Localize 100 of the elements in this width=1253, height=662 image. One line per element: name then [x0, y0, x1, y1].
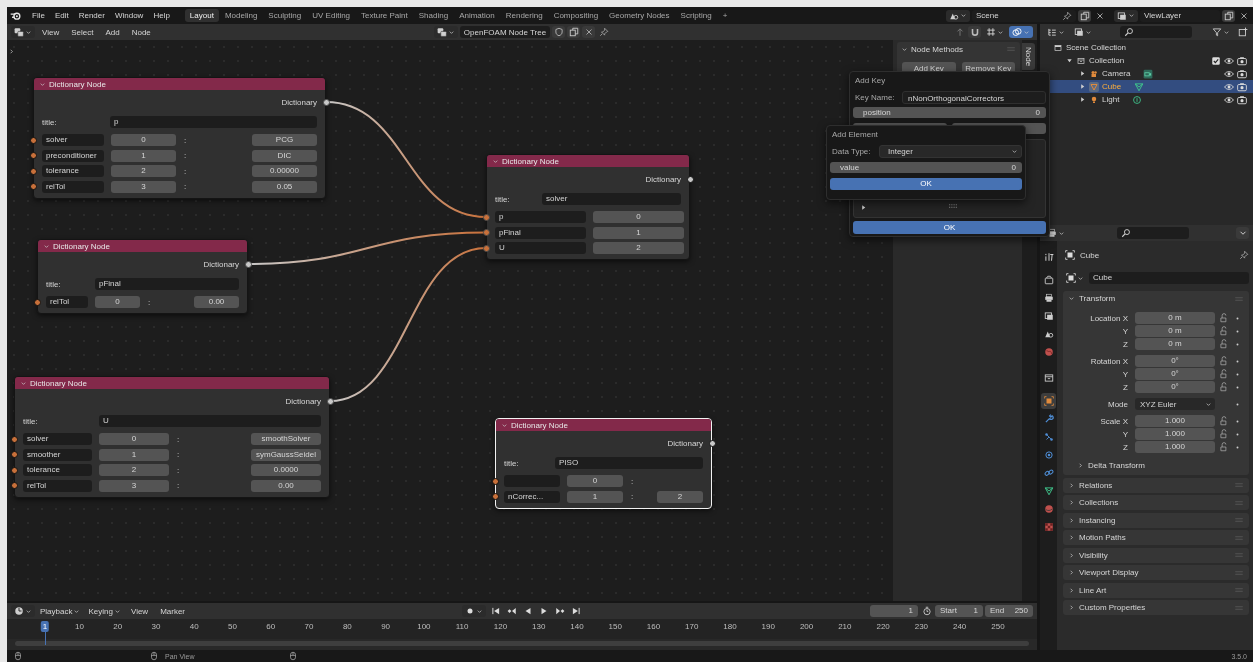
expand-arrow-icon[interactable] [860, 204, 867, 211]
value-field[interactable]: smoothSolver [251, 433, 321, 445]
key-field[interactable]: smoother [23, 448, 92, 461]
scene-field[interactable]: Scene [972, 9, 1076, 22]
number-field[interactable]: 0° [1135, 355, 1215, 367]
menu-dropdown[interactable]: Playback [37, 605, 84, 617]
collapse-icon[interactable] [20, 379, 27, 387]
title-field[interactable]: PISO [555, 457, 703, 469]
end-frame-field[interactable]: End 250 [985, 605, 1033, 617]
number-field[interactable]: 0 m [1135, 312, 1215, 324]
title-field[interactable]: pFinal [95, 278, 239, 290]
input-socket[interactable] [29, 152, 37, 159]
index-field[interactable]: 2 [593, 242, 684, 254]
key-field[interactable]: pFinal [495, 226, 586, 239]
view-layer-field[interactable]: ViewLayer [1140, 9, 1220, 22]
key-field[interactable]: p [495, 211, 586, 223]
output-socket[interactable] [686, 175, 694, 183]
ok-button[interactable]: OK [853, 221, 1046, 234]
index-field[interactable]: 0 [593, 211, 684, 223]
key-name-field[interactable]: nNonOrthogonalCorrectors [902, 91, 1046, 104]
eye-icon[interactable] [1224, 68, 1234, 79]
resize-grip-icon[interactable] [948, 201, 958, 211]
position-field[interactable]: position 0 [853, 107, 1046, 118]
duplicate-button[interactable] [1222, 9, 1235, 22]
outliner-row[interactable]: Scene Collection [1040, 41, 1253, 54]
eye-icon[interactable] [1224, 81, 1234, 92]
number-field[interactable]: 0 m [1135, 325, 1215, 337]
auto-keying-dropdown[interactable] [462, 605, 486, 617]
collapsed-chevron-icon[interactable] [1068, 534, 1075, 541]
previous-keyframe-button[interactable] [505, 605, 518, 617]
jump-start-button[interactable] [489, 605, 502, 617]
value-field[interactable]: 2 [657, 490, 703, 503]
pin-icon[interactable] [1239, 250, 1249, 260]
number-field[interactable]: 0° [1135, 368, 1215, 380]
menu-item[interactable]: Help [148, 11, 175, 20]
camera-icon[interactable] [1237, 94, 1247, 105]
key-field[interactable]: relTol [42, 180, 104, 193]
search-field[interactable] [1120, 26, 1192, 38]
workspace-tab[interactable]: Layout [184, 9, 219, 22]
value-field[interactable]: PCG [252, 134, 317, 146]
workspace-tab[interactable]: Geometry Nodes [604, 9, 675, 22]
menu-item[interactable]: Node [126, 27, 156, 37]
lock-icon[interactable] [1219, 326, 1229, 336]
input-socket[interactable] [482, 213, 490, 221]
ok-button[interactable]: OK [830, 178, 1022, 190]
lock-icon[interactable] [1219, 416, 1229, 426]
scrollbar[interactable] [15, 641, 1029, 646]
fake-user-button[interactable] [552, 26, 566, 38]
object-data-icon[interactable] [1143, 68, 1154, 79]
blender-logo-icon[interactable] [10, 10, 21, 21]
index-field[interactable]: 0 [99, 433, 169, 445]
eye-icon[interactable] [1224, 55, 1234, 66]
node-tree-field[interactable]: OpenFOAM Node Tree [459, 26, 551, 38]
outliner-row[interactable]: Camera [1040, 67, 1253, 80]
value-field[interactable]: 0.00 [251, 479, 321, 492]
title-field[interactable]: p [110, 116, 317, 128]
editor-type-dropdown[interactable] [11, 26, 35, 38]
lock-icon[interactable] [1219, 313, 1229, 323]
lock-icon[interactable] [1219, 369, 1229, 379]
workspace-tab[interactable]: Scripting [675, 9, 717, 22]
collapsed-chevron-icon[interactable] [1068, 586, 1075, 594]
menu-item[interactable]: Render [73, 11, 110, 20]
node-tree-type-dropdown[interactable] [433, 26, 458, 38]
input-socket[interactable] [482, 244, 490, 252]
input-socket[interactable] [33, 298, 41, 306]
input-socket[interactable] [10, 435, 18, 443]
index-field[interactable]: 2 [111, 165, 176, 177]
input-socket[interactable] [29, 167, 37, 175]
scene-type-dropdown[interactable] [946, 9, 970, 22]
number-field[interactable]: 1.000 [1135, 415, 1215, 427]
input-socket[interactable] [10, 451, 18, 458]
properties-tab[interactable] [1041, 393, 1056, 409]
number-field[interactable]: 1.000 [1135, 428, 1215, 440]
workspace-tab[interactable]: Modeling [219, 9, 263, 22]
collapsed-arrow-icon[interactable] [1079, 96, 1086, 103]
index-field[interactable]: 0 [95, 296, 140, 308]
workspace-tab[interactable]: Compositing [548, 9, 604, 22]
collapsed-chevron-icon[interactable] [1068, 481, 1075, 489]
editor-type-dropdown[interactable] [11, 605, 35, 617]
next-keyframe-button[interactable] [553, 605, 566, 617]
camera-icon[interactable] [1237, 68, 1247, 79]
toolbar-toggle-icon[interactable] [8, 48, 15, 55]
number-field[interactable]: 0° [1135, 381, 1215, 393]
duplicate-button[interactable] [567, 26, 581, 38]
close-button[interactable] [582, 26, 596, 38]
collapsed-arrow-icon[interactable] [1079, 70, 1086, 77]
output-socket[interactable] [244, 260, 252, 268]
value-field[interactable]: 0.00000 [252, 165, 317, 177]
collapsed-chevron-icon[interactable] [1068, 569, 1075, 576]
index-field[interactable]: 3 [111, 180, 176, 193]
camera-icon[interactable] [1237, 55, 1247, 66]
value-field[interactable]: 0.00 [194, 296, 239, 308]
collapsed-chevron-icon[interactable] [1077, 461, 1084, 469]
key-field[interactable]: tolerance [23, 464, 92, 476]
mode-dropdown[interactable]: XYZ Euler [1135, 398, 1215, 410]
lock-icon[interactable] [1219, 429, 1229, 439]
pin-button[interactable] [597, 26, 611, 38]
title-field[interactable]: U [99, 415, 321, 427]
input-socket[interactable] [482, 229, 490, 236]
input-socket[interactable] [491, 493, 499, 500]
